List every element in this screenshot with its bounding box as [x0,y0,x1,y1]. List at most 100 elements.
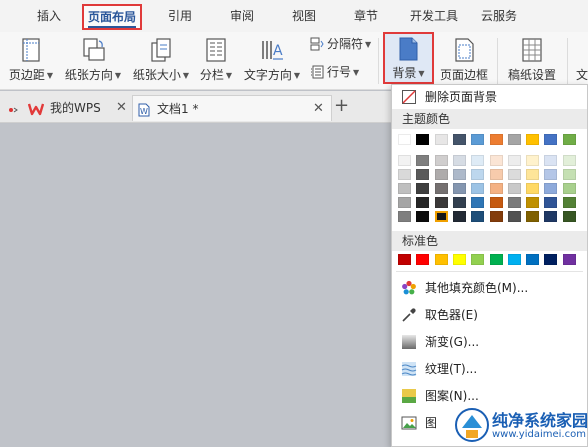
theme-shade-swatch[interactable] [471,211,485,222]
theme-shade-swatch[interactable] [526,169,540,180]
theme-shade-swatch[interactable] [398,169,411,180]
margins-button[interactable]: 页边距 ▼ [2,32,60,90]
theme-shade-swatch[interactable] [434,211,448,222]
theme-shade-swatch[interactable] [416,197,430,208]
theme-shade-swatch[interactable] [544,211,558,222]
theme-shade-swatch[interactable] [434,169,448,180]
theme-shade-swatch[interactable] [416,211,430,222]
close-tab-icon[interactable]: ✕ [313,96,324,122]
theme-shade-swatch[interactable] [489,211,503,222]
theme-shade-swatch[interactable] [398,211,411,222]
theme-shade-swatch[interactable] [489,183,503,194]
theme-shade-swatch[interactable] [434,183,448,194]
theme-color-swatch[interactable] [526,134,540,145]
tab-document1[interactable]: W 文档1 * ✕ [132,95,332,121]
background-button[interactable]: 背景 ▼ [383,32,434,84]
standard-color-swatch[interactable] [398,254,411,265]
theme-shade-swatch[interactable] [398,155,411,166]
standard-color-swatch[interactable] [544,254,558,265]
page-border-button[interactable]: 页面边框 [436,32,492,90]
theme-shade-swatch[interactable] [562,197,576,208]
menu-insert[interactable]: 插入 [37,0,61,32]
theme-shade-swatch[interactable] [526,155,540,166]
standard-color-swatch[interactable] [452,254,466,265]
eyedropper-item[interactable]: 取色器(E) [392,303,587,327]
theme-shade-swatch[interactable] [544,169,558,180]
theme-shade-swatch[interactable] [562,183,576,194]
orientation-button[interactable]: 纸张方向 ▼ [62,32,124,90]
texture-item[interactable]: 纹理(T)... [392,357,587,381]
standard-color-swatch[interactable] [471,254,485,265]
theme-shade-swatch[interactable] [434,197,448,208]
theme-shade-swatch[interactable] [452,169,466,180]
theme-shade-swatch[interactable] [544,155,558,166]
columns-button[interactable]: 分栏 ▼ [196,32,236,90]
theme-shade-swatch[interactable] [562,155,576,166]
theme-color-swatch[interactable] [489,134,503,145]
theme-shade-swatch[interactable] [452,183,466,194]
theme-color-swatch[interactable] [471,134,485,145]
theme-shade-swatch[interactable] [544,197,558,208]
menu-review[interactable]: 审阅 [230,0,254,32]
menu-page-layout[interactable]: 页面布局 [82,4,143,30]
theme-shade-swatch[interactable] [471,197,485,208]
theme-shade-swatch[interactable] [544,183,558,194]
tab-my-wps[interactable]: 我的WPS ✕ [27,95,130,121]
theme-color-swatch[interactable] [507,134,521,145]
menu-cloud[interactable]: 云服务 [481,0,517,32]
tab-menu-icon[interactable] [8,103,18,113]
remove-background-item[interactable]: 删除页面背景 [392,85,587,109]
new-tab-icon[interactable]: + [334,95,349,117]
menu-chapter[interactable]: 章节 [354,0,378,32]
theme-color-swatch[interactable] [562,134,576,145]
menu-view[interactable]: 视图 [292,0,316,32]
theme-shade-swatch[interactable] [471,169,485,180]
standard-color-swatch[interactable] [507,254,521,265]
theme-color-swatch[interactable] [416,134,430,145]
gradient-item[interactable]: 渐变(G)... [392,330,587,354]
theme-shade-swatch[interactable] [416,155,430,166]
standard-color-swatch[interactable] [434,254,448,265]
separator-button[interactable]: 分隔符 ▼ [310,34,371,54]
theme-color-swatch[interactable] [544,134,558,145]
theme-shade-swatch[interactable] [489,155,503,166]
theme-shade-swatch[interactable] [452,211,466,222]
standard-color-swatch[interactable] [526,254,540,265]
theme-shade-swatch[interactable] [471,155,485,166]
theme-shade-swatch[interactable] [562,211,576,222]
theme-shade-swatch[interactable] [452,197,466,208]
theme-shade-swatch[interactable] [507,183,521,194]
theme-shade-swatch[interactable] [562,169,576,180]
theme-shade-swatch[interactable] [398,197,411,208]
theme-shade-swatch[interactable] [471,183,485,194]
theme-shade-swatch[interactable] [398,183,411,194]
theme-shade-swatch[interactable] [434,155,448,166]
more-fill-colors-item[interactable]: 其他填充颜色(M)... [392,276,587,300]
line-number-button[interactable]: 行号 ▼ [310,62,359,82]
theme-shade-swatch[interactable] [507,211,521,222]
manuscript-paper-button[interactable]: 稿纸设置 [503,32,561,90]
theme-shade-swatch[interactable] [507,169,521,180]
theme-color-swatch[interactable] [434,134,448,145]
close-tab-icon[interactable]: ✕ [116,95,127,121]
text-direction-button[interactable]: A 文字方向 ▼ [240,32,304,90]
theme-color-swatch[interactable] [452,134,466,145]
paper-size-button[interactable]: 纸张大小 ▼ [130,32,192,90]
theme-shade-swatch[interactable] [416,169,430,180]
theme-shade-swatch[interactable] [526,197,540,208]
standard-color-swatch[interactable] [489,254,503,265]
theme-shade-swatch[interactable] [416,183,430,194]
theme-shade-swatch[interactable] [507,197,521,208]
theme-shade-swatch[interactable] [526,211,540,222]
cut-off-tool[interactable]: 文 [572,32,588,90]
theme-shade-swatch[interactable] [489,169,503,180]
menu-developer[interactable]: 开发工具 [410,0,458,32]
menu-references[interactable]: 引用 [168,0,192,32]
standard-color-swatch[interactable] [416,254,430,265]
standard-color-swatch[interactable] [562,254,576,265]
theme-shade-swatch[interactable] [452,155,466,166]
theme-color-swatch[interactable] [398,134,411,145]
theme-shade-swatch[interactable] [489,197,503,208]
theme-shade-swatch[interactable] [526,183,540,194]
theme-shade-swatch[interactable] [507,155,521,166]
